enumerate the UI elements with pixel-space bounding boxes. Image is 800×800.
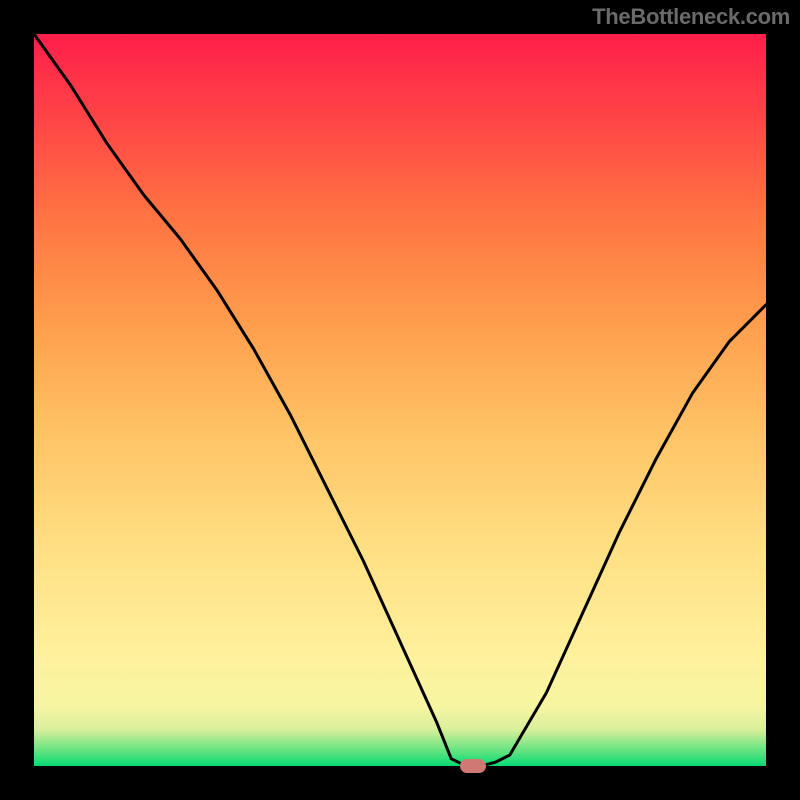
chart-frame: TheBottleneck.com [0, 0, 800, 800]
chart-background [34, 34, 766, 766]
watermark-label: TheBottleneck.com [592, 4, 790, 30]
bottleneck-chart [34, 34, 766, 766]
